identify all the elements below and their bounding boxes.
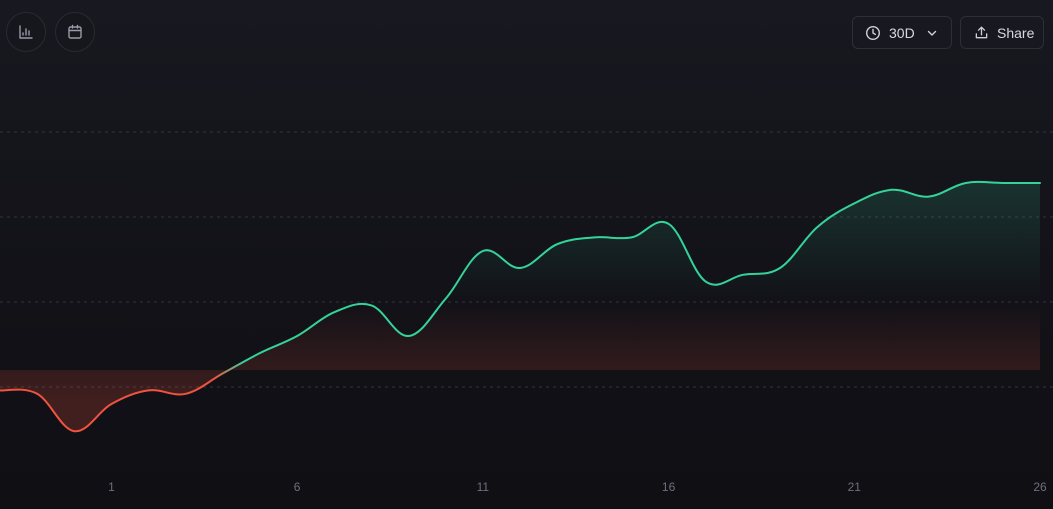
clock-icon	[865, 25, 881, 40]
x-tick-label: 1	[108, 480, 115, 494]
chart-panel: 1 6 11 16 21 26 30D Share	[0, 0, 1053, 509]
x-axis-ticks: 1 6 11 16 21 26	[108, 480, 1047, 494]
chevron-down-icon	[927, 30, 936, 36]
bar-chart-button[interactable]	[6, 12, 46, 52]
bar-chart-icon	[19, 25, 33, 39]
range-label: 30D	[889, 24, 915, 41]
x-tick-label: 26	[1033, 480, 1047, 494]
area-fill	[0, 181, 1040, 432]
calendar-icon	[68, 24, 82, 39]
share-button[interactable]: Share	[960, 16, 1044, 49]
share-icon	[975, 26, 988, 39]
line-chart: 1 6 11 16 21 26	[0, 131, 1053, 494]
range-select-button[interactable]: 30D	[852, 16, 952, 49]
x-tick-label: 6	[294, 480, 301, 494]
x-tick-label: 11	[477, 480, 490, 494]
x-tick-label: 21	[848, 480, 862, 494]
x-tick-label: 16	[662, 480, 676, 494]
share-label: Share	[997, 24, 1035, 41]
calendar-button[interactable]	[55, 12, 95, 52]
